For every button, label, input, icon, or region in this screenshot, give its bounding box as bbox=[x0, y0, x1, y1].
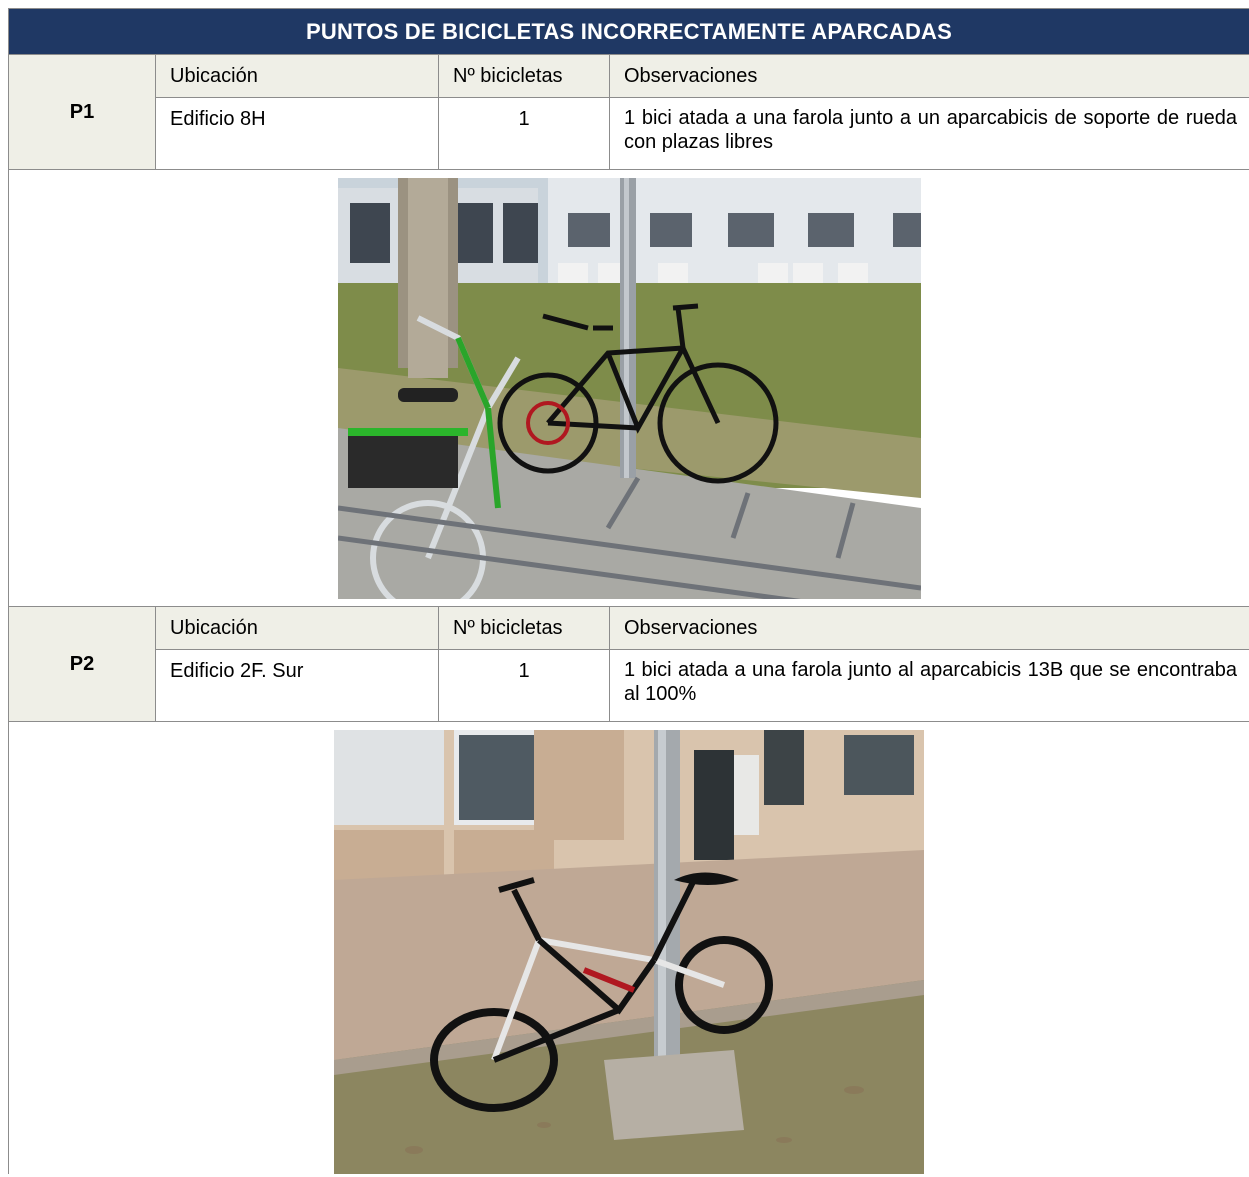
bike-photo-2 bbox=[334, 730, 924, 1174]
notes-value: 1 bici atada a una farola junto a un apa… bbox=[609, 97, 1249, 170]
notes-value: 1 bici atada a una farola junto al aparc… bbox=[609, 649, 1249, 722]
count-value: 1 bbox=[438, 97, 610, 170]
point-id: P1 bbox=[8, 54, 156, 170]
photo-cell bbox=[8, 169, 1249, 607]
bike-photo-1 bbox=[337, 177, 921, 599]
point-id: P2 bbox=[8, 606, 156, 722]
bike-parking-table: PUNTOS DE BICICLETAS INCORRECTAMENTE APA… bbox=[8, 8, 1249, 1174]
photo-cell bbox=[8, 721, 1249, 1174]
header-location: Ubicación bbox=[155, 606, 439, 650]
table-title: PUNTOS DE BICICLETAS INCORRECTAMENTE APA… bbox=[8, 8, 1249, 55]
header-count: Nº bicicletas bbox=[438, 606, 610, 650]
count-value: 1 bbox=[438, 649, 610, 722]
location-value: Edificio 2F. Sur bbox=[155, 649, 439, 722]
header-notes: Observaciones bbox=[609, 54, 1249, 98]
header-notes: Observaciones bbox=[609, 606, 1249, 650]
header-location: Ubicación bbox=[155, 54, 439, 98]
document-page: PUNTOS DE BICICLETAS INCORRECTAMENTE APA… bbox=[8, 8, 1249, 1177]
location-value: Edificio 8H bbox=[155, 97, 439, 170]
header-count: Nº bicicletas bbox=[438, 54, 610, 98]
